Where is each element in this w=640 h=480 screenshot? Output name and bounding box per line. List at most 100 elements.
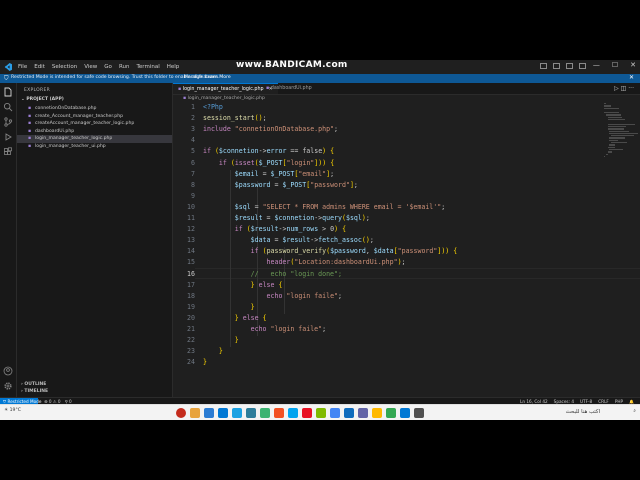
banner-close-icon[interactable]: ✕ bbox=[629, 74, 634, 81]
file-item[interactable]: ▪ dashboardUi.php bbox=[17, 128, 172, 136]
code-line[interactable]: } bbox=[203, 336, 239, 344]
code-line[interactable]: } bbox=[203, 347, 223, 355]
code-line[interactable]: $sql = "SELECT * FROM admins WHERE email… bbox=[203, 203, 445, 211]
code-line[interactable]: $data = $result->fetch_assoc(); bbox=[203, 236, 374, 244]
minimap-line bbox=[611, 135, 635, 137]
timeline-section[interactable]: › TIMELINE bbox=[21, 389, 48, 394]
breadcrumb[interactable]: ▪ login_manager_teacher_logic.php bbox=[183, 96, 265, 101]
menu-view[interactable]: View bbox=[84, 62, 97, 72]
menu-help[interactable]: Help bbox=[167, 62, 180, 72]
file-item[interactable]: ▪ create_Account_manager_teacher.php bbox=[17, 113, 172, 121]
source-control-icon[interactable] bbox=[3, 117, 13, 127]
code-editor[interactable]: 1 <?Php 2 session_start(); 3 include "conneti… bbox=[173, 103, 640, 383]
code-line[interactable]: } else { bbox=[203, 281, 283, 289]
taskbar-app-icon[interactable] bbox=[274, 408, 284, 418]
minimize-icon[interactable]: — bbox=[593, 61, 600, 69]
taskbar-app-icon[interactable] bbox=[176, 408, 186, 418]
code-line[interactable]: header("Location:dashboardUi.php"); bbox=[203, 258, 406, 266]
taskbar-app-icon[interactable] bbox=[330, 408, 340, 418]
line-number: 3 bbox=[191, 125, 195, 134]
toggle-panel-icon[interactable] bbox=[553, 63, 560, 69]
taskbar-app-icon[interactable] bbox=[246, 408, 256, 418]
taskbar-app-icon[interactable] bbox=[288, 408, 298, 418]
code-line[interactable]: echo "login faile"; bbox=[203, 292, 342, 300]
code-line[interactable]: if (isset($_POST["login"])) { bbox=[203, 159, 334, 167]
manage-gear-icon[interactable] bbox=[3, 381, 13, 391]
menu-run[interactable]: Run bbox=[119, 62, 130, 72]
menu-edit[interactable]: Edit bbox=[34, 62, 45, 72]
menu-file[interactable]: File bbox=[18, 62, 27, 72]
file-label: createAccount_manager_teacher_logic.php bbox=[35, 121, 135, 127]
taskbar-app-icon[interactable] bbox=[358, 408, 368, 418]
line-number: 15 bbox=[187, 258, 195, 267]
recording-letterbox-top bbox=[0, 0, 640, 60]
taskbar-app-icon[interactable] bbox=[218, 408, 228, 418]
windows-taskbar: ☀ 19°C اكتب هنا للبحث ⌕ bbox=[0, 404, 640, 420]
run-file-icon[interactable]: ▷ bbox=[614, 85, 619, 92]
file-item[interactable]: ▪ createAccount_manager_teacher_logic.php bbox=[17, 120, 172, 128]
system-tray: ⌕ bbox=[633, 408, 636, 414]
code-line[interactable]: } else { bbox=[203, 314, 267, 322]
vscode-logo-icon bbox=[4, 63, 12, 71]
code-line[interactable]: <?Php bbox=[203, 103, 223, 111]
code-line[interactable]: if ($result->num_rows > 0) { bbox=[203, 225, 346, 233]
taskbar-app-icon[interactable] bbox=[302, 408, 312, 418]
toggle-sidebar-icon[interactable] bbox=[540, 63, 547, 69]
code-line[interactable]: include "connetionOnDatabase.php"; bbox=[203, 125, 338, 133]
layout-controls bbox=[540, 63, 586, 69]
customize-layout-icon[interactable] bbox=[579, 63, 586, 69]
editor-tab[interactable]: ▪ dashboardUi.php bbox=[261, 83, 317, 94]
code-line[interactable]: if ($connetion->error == false) { bbox=[203, 147, 334, 155]
file-item[interactable]: ▪ connetionOnDatabase.php bbox=[17, 105, 172, 113]
code-line[interactable]: } bbox=[203, 358, 207, 366]
account-icon[interactable] bbox=[3, 366, 13, 376]
file-item[interactable]: ▪ login_manager_teacher_ui.php bbox=[17, 143, 172, 151]
more-actions-icon[interactable]: ··· bbox=[628, 85, 634, 92]
code-line[interactable]: } bbox=[203, 303, 255, 311]
close-window-icon[interactable]: ✕ bbox=[630, 61, 636, 69]
code-line[interactable]: $result = $connetion->query($sql); bbox=[203, 214, 370, 222]
run-debug-icon[interactable] bbox=[3, 132, 13, 142]
code-line[interactable]: if (password_verify($password, $data["pa… bbox=[203, 247, 458, 255]
taskbar-app-icon[interactable] bbox=[260, 408, 270, 418]
menu-terminal[interactable]: Terminal bbox=[136, 62, 159, 72]
minimap-line bbox=[609, 139, 619, 142]
taskbar-app-icon[interactable] bbox=[232, 408, 242, 418]
minimap[interactable] bbox=[604, 103, 639, 173]
outline-section[interactable]: › OUTLINE bbox=[21, 382, 46, 387]
split-editor-icon[interactable]: ◫ bbox=[621, 85, 627, 92]
taskbar-app-icon[interactable] bbox=[190, 408, 200, 418]
file-label: connetionOnDatabase.php bbox=[35, 106, 97, 111]
learn-more-button[interactable]: Learn More bbox=[202, 74, 234, 81]
taskbar-search-box[interactable]: اكتب هنا للبحث bbox=[566, 409, 600, 415]
code-line[interactable]: $password = $_POST["password"]; bbox=[203, 181, 358, 189]
menu-go[interactable]: Go bbox=[104, 62, 112, 72]
taskbar-app-icon[interactable] bbox=[414, 408, 424, 418]
taskbar-app-icon[interactable] bbox=[386, 408, 396, 418]
file-item[interactable]: ▪ login_manager_teacher_logic.php bbox=[17, 135, 172, 143]
maximize-icon[interactable]: ☐ bbox=[612, 61, 618, 69]
project-folder[interactable]: ⌄ PROJECT (APP) bbox=[21, 97, 64, 102]
bandicam-watermark: www.BANDICAM.com bbox=[236, 60, 348, 70]
toggle-secondary-sidebar-icon[interactable] bbox=[566, 63, 573, 69]
menu-selection[interactable]: Selection bbox=[52, 62, 77, 72]
weather-widget[interactable]: ☀ 19°C bbox=[4, 408, 21, 413]
line-number: 10 bbox=[187, 202, 195, 211]
line-number: 2 bbox=[191, 114, 195, 123]
minimap-line bbox=[607, 125, 627, 128]
code-line[interactable]: echo "login faile"; bbox=[203, 325, 326, 333]
taskbar-app-icon[interactable] bbox=[344, 408, 354, 418]
line-number: 23 bbox=[187, 347, 195, 356]
search-magnifier-icon[interactable]: ⌕ bbox=[633, 408, 636, 414]
taskbar-app-icon[interactable] bbox=[372, 408, 382, 418]
explorer-icon[interactable] bbox=[3, 87, 13, 97]
code-line[interactable]: // echo "login done"; bbox=[203, 270, 342, 278]
extensions-icon[interactable] bbox=[3, 147, 13, 157]
taskbar-app-icon[interactable] bbox=[316, 408, 326, 418]
code-line[interactable]: $email = $_POST["email"]; bbox=[203, 170, 334, 178]
code-line[interactable]: session_start(); bbox=[203, 114, 267, 122]
php-file-icon: ▪ bbox=[28, 113, 32, 119]
search-icon[interactable] bbox=[3, 102, 13, 112]
taskbar-app-icon[interactable] bbox=[204, 408, 214, 418]
taskbar-app-icon[interactable] bbox=[400, 408, 410, 418]
